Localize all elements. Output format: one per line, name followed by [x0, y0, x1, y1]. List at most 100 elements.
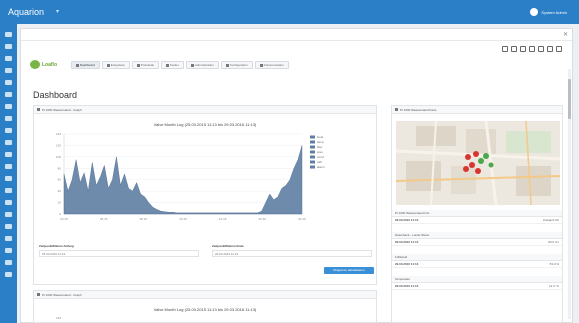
list-item: 29.03.2016 11:13 83.0 cm	[392, 239, 562, 246]
chart-title: Valve Month Log (25.03.2015 11:13 bis 29…	[153, 122, 257, 127]
info-sidebar: Pt 1000 Wasserstand Karte Pt 1000 Wasser…	[391, 105, 563, 323]
user-icon[interactable]	[5, 104, 12, 109]
logo: Loaflo	[30, 60, 57, 69]
tab-events[interactable]: Ereignisse	[101, 61, 130, 69]
chart-icon[interactable]	[5, 68, 12, 73]
user-icon	[530, 8, 539, 16]
clock-icon[interactable]	[5, 224, 12, 229]
tab-bar: Dashboard Ereignisse Protokolle Karten A…	[71, 61, 289, 69]
wrench-icon[interactable]	[5, 128, 12, 133]
fill-level-section: Füllstand 29.03.2016 11:13 53.0 %	[392, 254, 562, 268]
main-window: ✕ Loaflo Dashboard Ereignisse Protokolle…	[20, 28, 574, 323]
search-icon[interactable]	[511, 46, 517, 52]
second-chart-panel: Pt 1000 Wasserstand - Graph Valve Month …	[33, 290, 377, 323]
logo-text: Loaflo	[42, 61, 57, 68]
wrench-icon	[225, 63, 229, 67]
bell-icon[interactable]	[5, 56, 12, 61]
legend-label: flow	[317, 145, 323, 149]
list-icon[interactable]	[5, 92, 12, 97]
app-brand[interactable]: Aquarion	[8, 7, 44, 17]
legend-label: pres	[317, 150, 323, 154]
map-header: Pt 1000 Wasserstand Karte	[392, 106, 562, 114]
tab-configuration[interactable]: Konfiguration	[220, 61, 253, 69]
grid-icon[interactable]	[520, 46, 526, 52]
mail-icon[interactable]	[5, 248, 12, 253]
x-tick-label: 04.15	[60, 217, 68, 221]
x-tick-label: 06.15	[100, 217, 108, 221]
user-menu[interactable]: System Admin	[530, 8, 567, 16]
refresh-icon[interactable]	[502, 46, 508, 52]
to-date-input[interactable]: 29.03.2016 11:13	[212, 250, 372, 257]
logout-icon[interactable]	[5, 272, 12, 277]
map-marker-icon	[463, 166, 469, 172]
section-header: Füllstand	[392, 254, 562, 261]
scrollbar[interactable]	[568, 69, 571, 319]
panel-header: Pt 1000 Wasserstand - Graph	[34, 106, 376, 114]
map-marker-icon	[475, 168, 481, 174]
printer-icon[interactable]	[5, 236, 12, 241]
settings-icon[interactable]	[538, 46, 544, 52]
y-tick-label: 140	[56, 316, 62, 320]
legend-label: level	[317, 135, 324, 139]
info-section: Pt 1000 Wasserstand Info 29.03.2016 11:1…	[392, 210, 562, 224]
tab-administration[interactable]: Administration	[185, 61, 219, 69]
document-icon	[259, 63, 263, 67]
map-icon[interactable]	[5, 80, 12, 85]
list-item: 29.03.2016 11:13 Zustand OK	[392, 217, 562, 224]
logo-mark-icon	[30, 60, 40, 69]
chevron-down-icon[interactable]: ▾	[56, 8, 59, 15]
y-tick-label: 40	[58, 189, 62, 193]
legend-swatch	[310, 135, 315, 139]
from-label: Zeitpunkt/Datum Anfang	[39, 244, 74, 248]
legend-swatch	[310, 155, 315, 159]
lock-icon[interactable]	[5, 212, 12, 217]
alert-icon[interactable]	[5, 188, 12, 193]
menu-icon[interactable]	[5, 32, 12, 37]
x-tick-label: 02.16	[259, 217, 267, 221]
map-marker-icon	[483, 153, 489, 159]
tab-documentation[interactable]: Dokumentation	[254, 61, 289, 69]
legend-swatch	[310, 165, 315, 169]
scroll-thumb[interactable]	[568, 79, 571, 119]
section-header: Pt 1000 Wasserstand Info	[392, 210, 562, 217]
cloud-icon[interactable]	[5, 200, 12, 205]
legend-swatch	[310, 145, 315, 149]
to-label: Zeitpunkt/Datum Ende	[212, 244, 244, 248]
list-item: 29.03.2016 11:13 12.4 °C	[392, 283, 562, 290]
home-icon[interactable]	[5, 44, 12, 49]
gear-icon[interactable]	[5, 116, 12, 121]
chart-title: Valve Month Log (25.03.2015 11:13 bis 29…	[153, 307, 257, 312]
tab-logs[interactable]: Protokolle	[131, 61, 160, 69]
person-icon[interactable]	[547, 46, 553, 52]
help-icon[interactable]	[5, 260, 12, 265]
calendar-icon[interactable]	[5, 164, 12, 169]
database-section: Datenbank - Letzte Werte 29.03.2016 11:1…	[392, 232, 562, 246]
bell-icon	[106, 63, 110, 67]
gear-icon	[190, 63, 194, 67]
map-marker-icon	[478, 158, 484, 164]
legend-swatch	[310, 150, 315, 154]
y-tick-label: 80	[58, 166, 62, 170]
map-marker-icon	[465, 154, 471, 160]
legend-label: temp	[317, 140, 324, 144]
tab-maps[interactable]: Karten	[161, 61, 184, 69]
dashboard-icon	[76, 63, 79, 67]
area-chart: 140 120 100 80 60 40 20 004.15 06.15 08.15 10.15 12…	[56, 132, 325, 221]
database-icon[interactable]	[5, 176, 12, 181]
tab-dashboard[interactable]: Dashboard	[71, 61, 100, 69]
chart-panel: Pt 1000 Wasserstand - Graph Valve Month …	[33, 105, 377, 285]
from-date-input[interactable]: 25.03.2015 11:13	[39, 250, 199, 257]
list-item: 29.03.2016 11:13 53.0 %	[392, 261, 562, 268]
chart-icon	[37, 108, 40, 111]
window-toolbar	[502, 46, 562, 52]
power-icon[interactable]	[556, 46, 562, 52]
map-marker-icon	[469, 162, 475, 168]
update-chart-button[interactable]: Diagramm aktualisieren	[324, 267, 374, 274]
folder-icon[interactable]	[5, 152, 12, 157]
document-icon[interactable]	[5, 140, 12, 145]
print-icon[interactable]	[529, 46, 535, 52]
location-map[interactable]	[396, 121, 560, 205]
close-icon[interactable]: ✕	[563, 31, 568, 38]
temperature-section: Temperatur 29.03.2016 11:13 12.4 °C	[392, 276, 562, 290]
left-nav-bar	[0, 24, 17, 323]
